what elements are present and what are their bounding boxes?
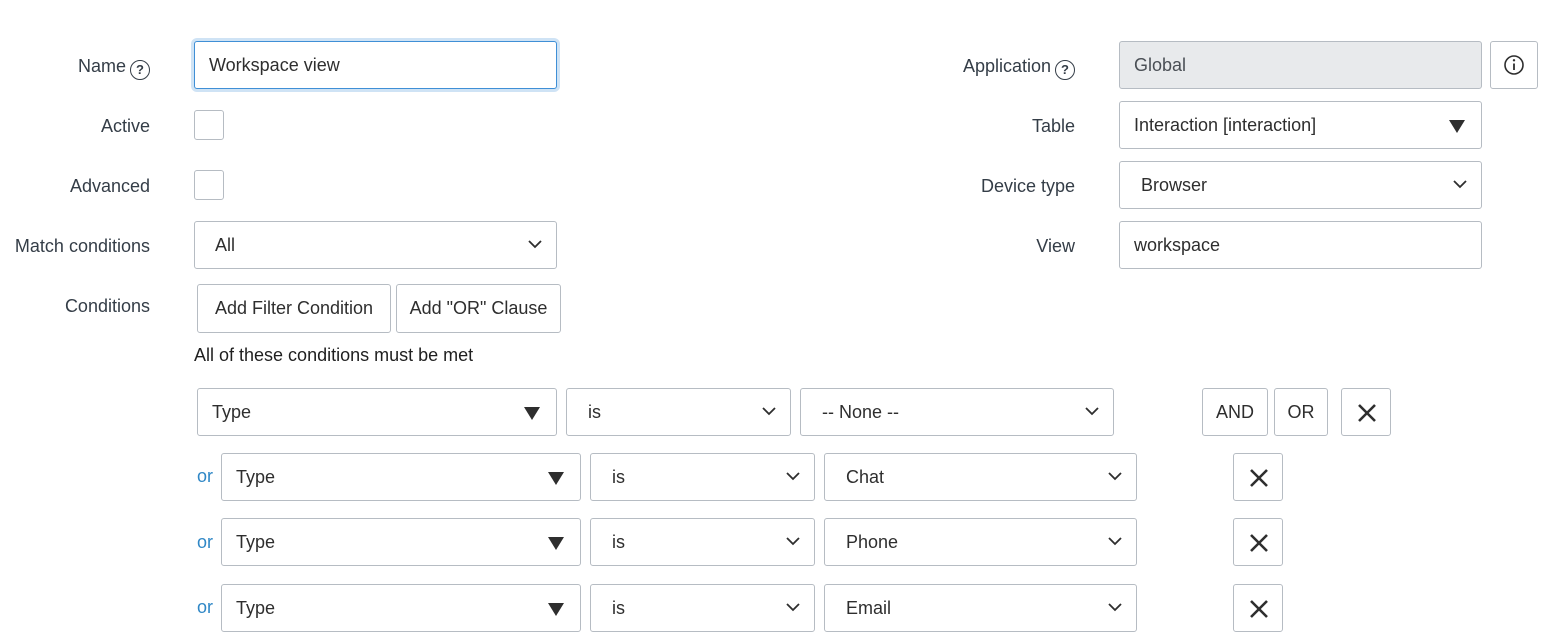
add-filter-condition-button[interactable]: Add Filter Condition	[197, 284, 391, 333]
condition-operator-value: is	[612, 467, 625, 487]
view-input[interactable]: workspace	[1119, 221, 1482, 269]
match-conditions-select[interactable]: All	[194, 221, 557, 269]
condition-field-value: Type	[236, 467, 276, 487]
name-input[interactable]: Workspace view	[194, 41, 557, 89]
or-button[interactable]: OR	[1274, 388, 1328, 436]
condition-field-value: Type	[236, 598, 276, 618]
dropdown-triangle-icon	[548, 603, 564, 616]
chevron-down-icon	[762, 407, 776, 416]
condition-operator-select[interactable]: is	[590, 584, 815, 632]
condition-operator-select[interactable]: is	[590, 518, 815, 566]
name-label: Name?	[78, 55, 150, 80]
add-or-clause-button[interactable]: Add "OR" Clause	[396, 284, 561, 333]
info-icon	[1504, 55, 1524, 75]
view-label: View	[1036, 236, 1075, 256]
match-conditions-label: Match conditions	[14, 236, 150, 256]
application-info-button[interactable]	[1490, 41, 1538, 89]
close-icon	[1358, 404, 1376, 422]
or-prefix: or	[197, 466, 214, 486]
chevron-down-icon	[1108, 537, 1122, 546]
chevron-down-icon	[1453, 180, 1467, 189]
condition-value: Chat	[846, 467, 885, 487]
dropdown-triangle-icon	[524, 407, 540, 420]
condition-value: -- None --	[822, 402, 900, 422]
application-field: Global	[1119, 41, 1482, 89]
condition-value-select[interactable]: Phone	[824, 518, 1137, 566]
chevron-down-icon	[528, 240, 542, 249]
condition-value-select[interactable]: -- None --	[800, 388, 1114, 436]
condition-value-select[interactable]: Email	[824, 584, 1137, 632]
name-label-text: Name	[77, 56, 126, 76]
active-label: Active	[100, 116, 150, 136]
condition-value: Email	[846, 598, 892, 618]
view-value: workspace	[1134, 235, 1221, 255]
condition-field-value: Type	[236, 532, 276, 552]
condition-operator-select[interactable]: is	[566, 388, 791, 436]
close-icon	[1250, 469, 1268, 487]
delete-condition-button[interactable]	[1233, 518, 1283, 566]
dropdown-triangle-icon	[1449, 120, 1465, 133]
chevron-down-icon	[786, 603, 800, 612]
advanced-label: Advanced	[69, 176, 150, 196]
table-value: Interaction [interaction]	[1134, 115, 1317, 135]
condition-field-select[interactable]: Type	[221, 518, 581, 566]
condition-field-select[interactable]: Type	[197, 388, 557, 436]
dropdown-triangle-icon	[548, 472, 564, 485]
application-label-text: Application	[962, 56, 1051, 76]
condition-value: Phone	[846, 532, 899, 552]
condition-field-select[interactable]: Type	[221, 584, 581, 632]
chevron-down-icon	[786, 472, 800, 481]
and-button[interactable]: AND	[1202, 388, 1268, 436]
condition-operator-value: is	[612, 532, 625, 552]
device-type-select[interactable]: Browser	[1119, 161, 1482, 209]
condition-field-select[interactable]: Type	[221, 453, 581, 501]
condition-field-value: Type	[212, 402, 252, 422]
active-checkbox[interactable]	[194, 110, 224, 140]
condition-operator-value: is	[612, 598, 625, 618]
delete-condition-button[interactable]	[1233, 453, 1283, 501]
device-type-label: Device type	[980, 176, 1075, 196]
condition-operator-value: is	[588, 402, 601, 422]
device-type-value: Browser	[1141, 175, 1208, 195]
delete-condition-button[interactable]	[1341, 388, 1391, 436]
close-icon	[1250, 534, 1268, 552]
delete-condition-button[interactable]	[1233, 584, 1283, 632]
table-label: Table	[1031, 116, 1075, 136]
conditions-heading: All of these conditions must be met	[194, 345, 474, 365]
match-conditions-value: All	[215, 235, 236, 255]
chevron-down-icon	[1108, 472, 1122, 481]
application-value: Global	[1134, 55, 1187, 75]
name-input-value: Workspace view	[209, 55, 340, 75]
or-prefix: or	[197, 532, 214, 552]
chevron-down-icon	[786, 537, 800, 546]
close-icon	[1250, 600, 1268, 618]
table-reference-field[interactable]: Interaction [interaction]	[1119, 101, 1482, 149]
condition-value-select[interactable]: Chat	[824, 453, 1137, 501]
condition-operator-select[interactable]: is	[590, 453, 815, 501]
application-label: Application?	[963, 55, 1075, 80]
help-icon[interactable]: ?	[130, 60, 150, 80]
chevron-down-icon	[1085, 407, 1099, 416]
conditions-label: Conditions	[64, 296, 150, 316]
chevron-down-icon	[1108, 603, 1122, 612]
advanced-checkbox[interactable]	[194, 170, 224, 200]
dropdown-triangle-icon	[548, 537, 564, 550]
help-icon[interactable]: ?	[1055, 60, 1075, 80]
or-prefix: or	[197, 597, 214, 617]
